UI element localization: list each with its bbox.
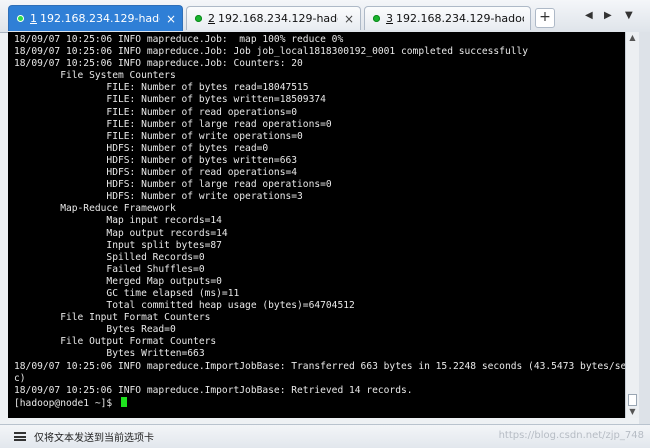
terminal-line: FILE: Number of write operations=0 — [14, 130, 303, 142]
session-tab-3[interactable]: 3192.168.234.129-hadoop-no... — [364, 6, 531, 30]
terminal-line: 18/09/07 10:25:06 INFO mapreduce.Job: ma… — [14, 34, 344, 45]
terminal-line: HDFS: Number of read operations=4 — [14, 167, 298, 179]
status-dot-icon — [373, 15, 380, 22]
terminal-line: Total committed heap usage (bytes)=64704… — [14, 300, 355, 312]
side-panel-edge — [639, 32, 650, 424]
terminal-prompt-line: [hadoop@node1 ~]$ — [14, 396, 625, 409]
close-tab-icon[interactable]: × — [166, 13, 176, 25]
terminal-line: HDFS: Number of write operations=3 — [14, 191, 303, 203]
terminal-line: HDFS: Number of bytes written=663 — [14, 154, 298, 166]
menu-icon[interactable] — [14, 432, 26, 441]
scroll-up-icon[interactable]: ▲ — [626, 32, 639, 44]
session-tab-2[interactable]: 2192.168.234.129-hadoop-no... × — [186, 6, 361, 30]
tab-bar: 1192.168.234.129-hadoop-n... × 2192.168.… — [0, 0, 650, 33]
tab-label: 2192.168.234.129-hadoop-no... — [208, 12, 338, 25]
terminal-line: FILE: Number of bytes written=18509374 — [14, 94, 326, 106]
new-tab-button[interactable]: + — [535, 8, 555, 28]
terminal-line: FILE: Number of read operations=0 — [14, 106, 298, 118]
terminal-line: 18/09/07 10:25:06 INFO mapreduce.ImportJ… — [14, 360, 625, 372]
send-text-label: 仅将文本发送到当前选项卡 — [34, 433, 154, 444]
shell-prompt: [hadoop@node1 ~]$ — [14, 397, 118, 409]
terminal-line: Map-Reduce Framework — [14, 203, 176, 215]
terminal-line: FILE: Number of large read operations=0 — [14, 118, 332, 130]
terminal-line: Map output records=14 — [14, 227, 228, 239]
watermark: https://blog.csdn.net/zjp_748 — [498, 430, 644, 441]
scroll-down-icon[interactable]: ▼ — [626, 406, 639, 418]
terminal-line: Merged Map outputs=0 — [14, 275, 222, 287]
terminal-line: File Output Format Counters — [14, 336, 217, 348]
terminal-line: Input split bytes=87 — [14, 239, 222, 251]
terminal-line: c) — [14, 372, 26, 384]
terminal-scrollbar[interactable]: ▲ ▼ — [625, 32, 639, 418]
terminal-line: File System Counters — [14, 70, 176, 82]
terminal-line: File Input Format Counters — [14, 312, 211, 324]
terminal-line: Bytes Written=663 — [14, 348, 205, 360]
send-text-bar[interactable]: 仅将文本发送到当前选项卡 https://blog.csdn.net/zjp_7… — [0, 424, 650, 448]
tab-label: 3192.168.234.129-hadoop-no... — [386, 12, 524, 25]
session-tab-1[interactable]: 1192.168.234.129-hadoop-n... × — [8, 5, 183, 31]
terminal-line: 18/09/07 10:25:06 INFO mapreduce.ImportJ… — [14, 384, 413, 396]
tab-prev-icon[interactable]: ◀ — [585, 10, 593, 21]
tab-list-menu-icon[interactable]: ▼ — [625, 10, 633, 21]
terminal-line: Bytes Read=0 — [14, 324, 176, 336]
scroll-thumb[interactable] — [628, 394, 637, 406]
terminal-line: 18/09/07 10:25:06 INFO mapreduce.Job: Jo… — [14, 46, 529, 58]
text-cursor — [120, 396, 127, 407]
terminal-line: GC time elapsed (ms)=11 — [14, 287, 240, 299]
terminal-line: Map input records=14 — [14, 215, 222, 227]
tab-label: 1192.168.234.129-hadoop-n... — [30, 12, 160, 25]
close-tab-icon[interactable]: × — [344, 13, 354, 25]
terminal-line: Spilled Records=0 — [14, 251, 205, 263]
status-dot-icon — [195, 15, 202, 22]
status-dot-icon — [17, 15, 24, 22]
terminal-line: HDFS: Number of large read operations=0 — [14, 179, 332, 191]
terminal-line: 18/09/07 10:25:06 INFO mapreduce.Job: Co… — [14, 58, 303, 70]
terminal-line: Failed Shuffles=0 — [14, 263, 205, 275]
terminal-output[interactable]: 18/09/07 10:25:06 INFO mapreduce.Job: ma… — [8, 32, 625, 418]
terminal-line: HDFS: Number of bytes read=0 — [14, 142, 269, 154]
terminal-line: FILE: Number of bytes read=18047515 — [14, 82, 309, 94]
tab-next-icon[interactable]: ▶ — [604, 10, 612, 21]
